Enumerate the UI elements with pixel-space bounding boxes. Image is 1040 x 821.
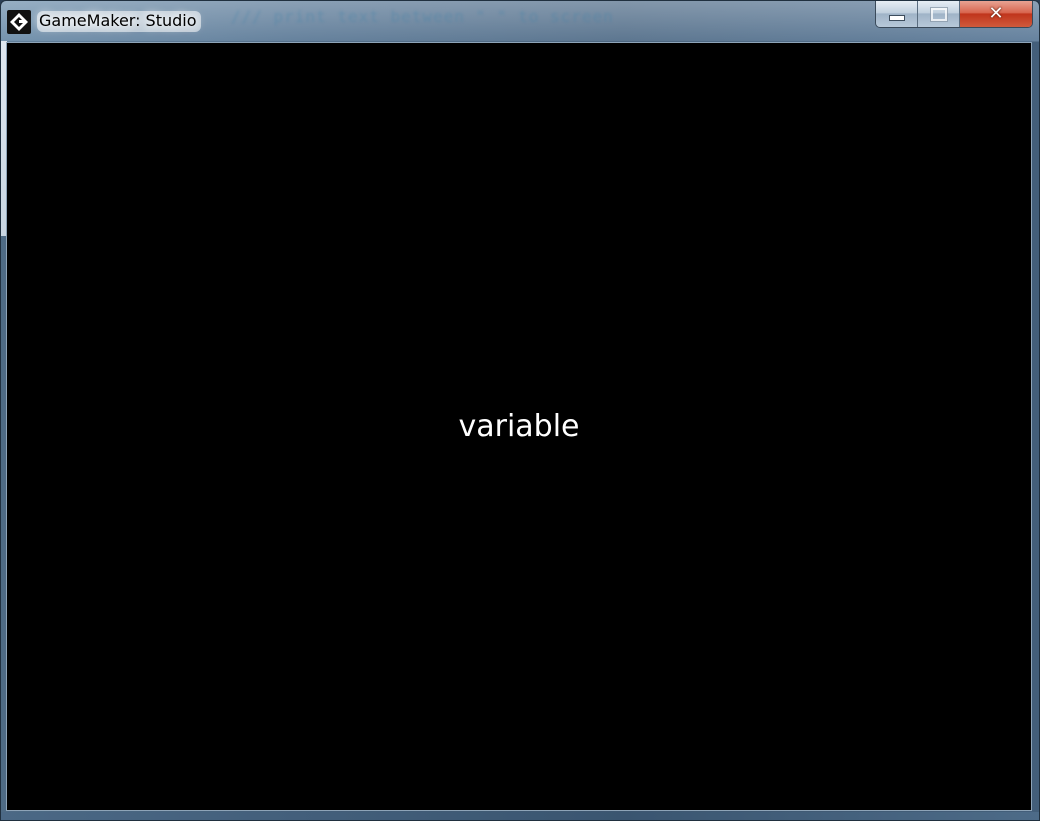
title-bar[interactable]: GameMaker: Studio ✕ xyxy=(1,1,1039,41)
game-canvas[interactable]: variable xyxy=(6,42,1032,811)
maximize-icon xyxy=(929,6,948,22)
minimize-button[interactable] xyxy=(876,1,918,27)
game-display-text: variable xyxy=(458,409,580,444)
gamemaker-logo-icon[interactable] xyxy=(7,10,31,34)
close-button[interactable]: ✕ xyxy=(960,1,1032,27)
window-title: GameMaker: Studio xyxy=(37,11,201,32)
game-window: /// print text between " " to screen Gam… xyxy=(0,0,1040,821)
close-icon: ✕ xyxy=(988,3,1004,24)
window-bottom-border xyxy=(1,812,1039,820)
window-controls: ✕ xyxy=(875,1,1033,28)
maximize-button[interactable] xyxy=(918,1,960,27)
minimize-icon xyxy=(888,15,905,21)
